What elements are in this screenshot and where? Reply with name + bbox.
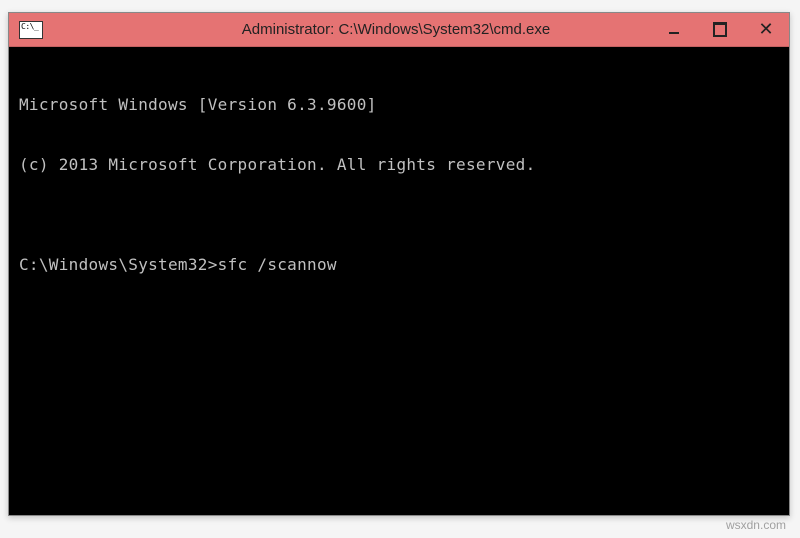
terminal-prompt-line: C:\Windows\System32>sfc /scannow (19, 255, 779, 275)
terminal-command[interactable]: sfc /scannow (218, 255, 337, 275)
watermark: wsxdn.com (726, 518, 786, 532)
cmd-window: Administrator: C:\Windows\System32\cmd.e… (8, 12, 790, 516)
cmd-icon[interactable] (19, 21, 43, 39)
minimize-button[interactable] (651, 13, 697, 46)
terminal-line: Microsoft Windows [Version 6.3.9600] (19, 95, 779, 115)
maximize-button[interactable] (697, 13, 743, 46)
window-controls: ✕ (651, 13, 789, 46)
terminal-line: (c) 2013 Microsoft Corporation. All righ… (19, 155, 779, 175)
close-button[interactable]: ✕ (743, 13, 789, 46)
titlebar[interactable]: Administrator: C:\Windows\System32\cmd.e… (9, 13, 789, 47)
terminal-output[interactable]: Microsoft Windows [Version 6.3.9600] (c)… (9, 47, 789, 515)
terminal-prompt: C:\Windows\System32> (19, 255, 218, 275)
